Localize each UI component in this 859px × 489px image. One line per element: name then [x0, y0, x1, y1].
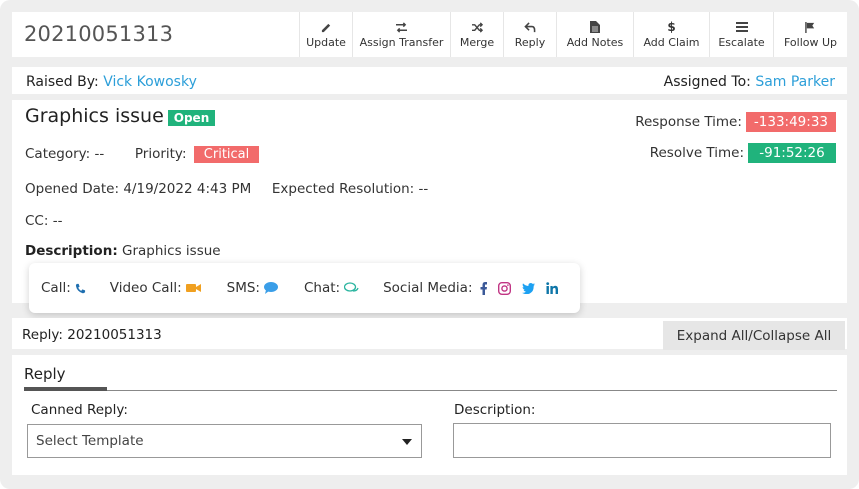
social-media-label: Social Media:	[383, 280, 473, 296]
ticket-id: 20210051313	[24, 22, 174, 46]
add-notes-button[interactable]: Add Notes	[556, 12, 633, 57]
description-value: Graphics issue	[122, 243, 221, 259]
speech-bubble-icon[interactable]	[263, 282, 278, 294]
assigned-to: Assigned To: Sam Parker	[664, 74, 835, 90]
social-media-option: Social Media:	[383, 280, 558, 296]
pencil-icon	[319, 20, 333, 34]
reply-tabs: Reply	[24, 365, 837, 391]
expected-resolution-value: --	[418, 181, 429, 197]
reply-body: Reply Canned Reply: Select Template Desc…	[12, 355, 847, 475]
description-row: Description: Graphics issue	[25, 243, 221, 259]
contact-popup: Call: Video Call: SMS: Chat: Social Medi…	[29, 263, 580, 313]
assigned-to-label: Assigned To:	[663, 74, 751, 90]
video-call-label: Video Call:	[109, 280, 182, 296]
transfer-icon	[395, 20, 409, 34]
assigned-to-link[interactable]: Sam Parker	[755, 74, 835, 90]
cc-value: --	[52, 213, 63, 229]
update-button[interactable]: Update	[299, 12, 352, 57]
sms-option[interactable]: SMS:	[227, 280, 278, 296]
chat-bubbles-icon[interactable]	[344, 282, 359, 294]
response-time-row: Response Time: -133:49:33	[635, 112, 836, 132]
description-field-label: Description:	[454, 402, 536, 418]
instagram-icon[interactable]	[497, 281, 511, 295]
chat-option[interactable]: Chat:	[304, 280, 359, 296]
caret-down-icon	[402, 439, 412, 445]
expected-resolution-label: Expected Resolution:	[271, 181, 415, 197]
video-call-option[interactable]: Video Call:	[110, 280, 201, 296]
priority-badge: Critical	[193, 146, 260, 163]
twitter-icon[interactable]	[521, 282, 535, 294]
raised-by-label: Raised By:	[26, 74, 99, 90]
video-camera-icon[interactable]	[185, 283, 201, 293]
response-time-value: -133:49:33	[745, 112, 836, 132]
reply-label: Reply	[514, 36, 546, 49]
escalate-label: Escalate	[718, 36, 765, 49]
reply-button[interactable]: Reply	[503, 12, 556, 57]
resolve-time-row: Resolve Time: -91:52:26	[650, 143, 836, 163]
assign-transfer-label: Assign Transfer	[359, 36, 444, 49]
linkedin-icon[interactable]	[545, 282, 558, 294]
flag-icon	[804, 20, 818, 34]
shuffle-icon	[470, 20, 484, 34]
facebook-icon[interactable]	[480, 281, 487, 295]
chat-label: Chat:	[303, 280, 341, 296]
add-claim-label: Add Claim	[643, 36, 700, 49]
canned-reply-value: Select Template	[36, 433, 144, 449]
list-icon	[735, 20, 749, 34]
reply-header: Reply: 20210051313 Expand All/Collapse A…	[12, 318, 847, 352]
tab-reply[interactable]: Reply	[24, 365, 107, 391]
expand-collapse-button[interactable]: Expand All/Collapse All	[663, 321, 845, 350]
merge-label: Merge	[459, 36, 495, 49]
people-bar: Raised By: Vick Kowosky Assigned To: Sam…	[12, 67, 847, 97]
resolve-time-label: Resolve Time:	[649, 145, 744, 161]
phone-icon[interactable]	[75, 283, 86, 294]
canned-reply-select[interactable]: Select Template	[27, 424, 422, 458]
cc-row: CC: --	[25, 213, 62, 229]
follow-up-label: Follow Up	[783, 36, 838, 49]
call-option[interactable]: Call:	[41, 280, 86, 296]
opened-date-label: Opened Date:	[25, 181, 120, 197]
sms-label: SMS:	[226, 280, 260, 296]
description-input[interactable]	[453, 423, 831, 458]
description-label: Description:	[25, 243, 118, 259]
ticket-header: 20210051313 Update Assign Transfer Merge	[12, 12, 847, 57]
resolve-time-value: -91:52:26	[748, 143, 836, 163]
add-claim-button[interactable]: $ Add Claim	[633, 12, 709, 57]
opened-date-value: 4/19/2022 4:43 PM	[123, 181, 252, 197]
title-row: Graphics issue Open	[25, 105, 216, 127]
file-icon	[588, 20, 602, 34]
reply-icon	[523, 20, 537, 34]
response-time-label: Response Time:	[635, 114, 742, 130]
category-value: --	[94, 146, 105, 162]
category-label: Category:	[25, 146, 91, 162]
raised-by: Raised By: Vick Kowosky	[26, 74, 197, 90]
dates-row: Opened Date: 4/19/2022 4:43 PM Expected …	[25, 181, 428, 197]
escalate-button[interactable]: Escalate	[709, 12, 773, 57]
reply-header-label: Reply: 20210051313	[22, 327, 162, 343]
dollar-icon: $	[667, 20, 676, 34]
canned-reply-label: Canned Reply:	[31, 402, 128, 418]
update-label: Update	[306, 36, 346, 49]
cc-label: CC:	[25, 213, 49, 229]
call-label: Call:	[41, 280, 71, 296]
assign-transfer-button[interactable]: Assign Transfer	[352, 12, 450, 57]
status-badge: Open	[167, 109, 216, 126]
follow-up-button[interactable]: Follow Up	[773, 12, 847, 57]
ticket-frame: 20210051313 Update Assign Transfer Merge	[0, 0, 859, 489]
raised-by-link[interactable]: Vick Kowosky	[103, 74, 197, 90]
category-priority-row: Category: -- Priority: Critical	[25, 146, 260, 163]
ticket-title: Graphics issue	[25, 105, 164, 127]
merge-button[interactable]: Merge	[450, 12, 503, 57]
priority-label: Priority:	[134, 146, 187, 162]
add-notes-label: Add Notes	[566, 36, 624, 49]
toolbar: Update Assign Transfer Merge Reply Add N…	[299, 12, 847, 57]
